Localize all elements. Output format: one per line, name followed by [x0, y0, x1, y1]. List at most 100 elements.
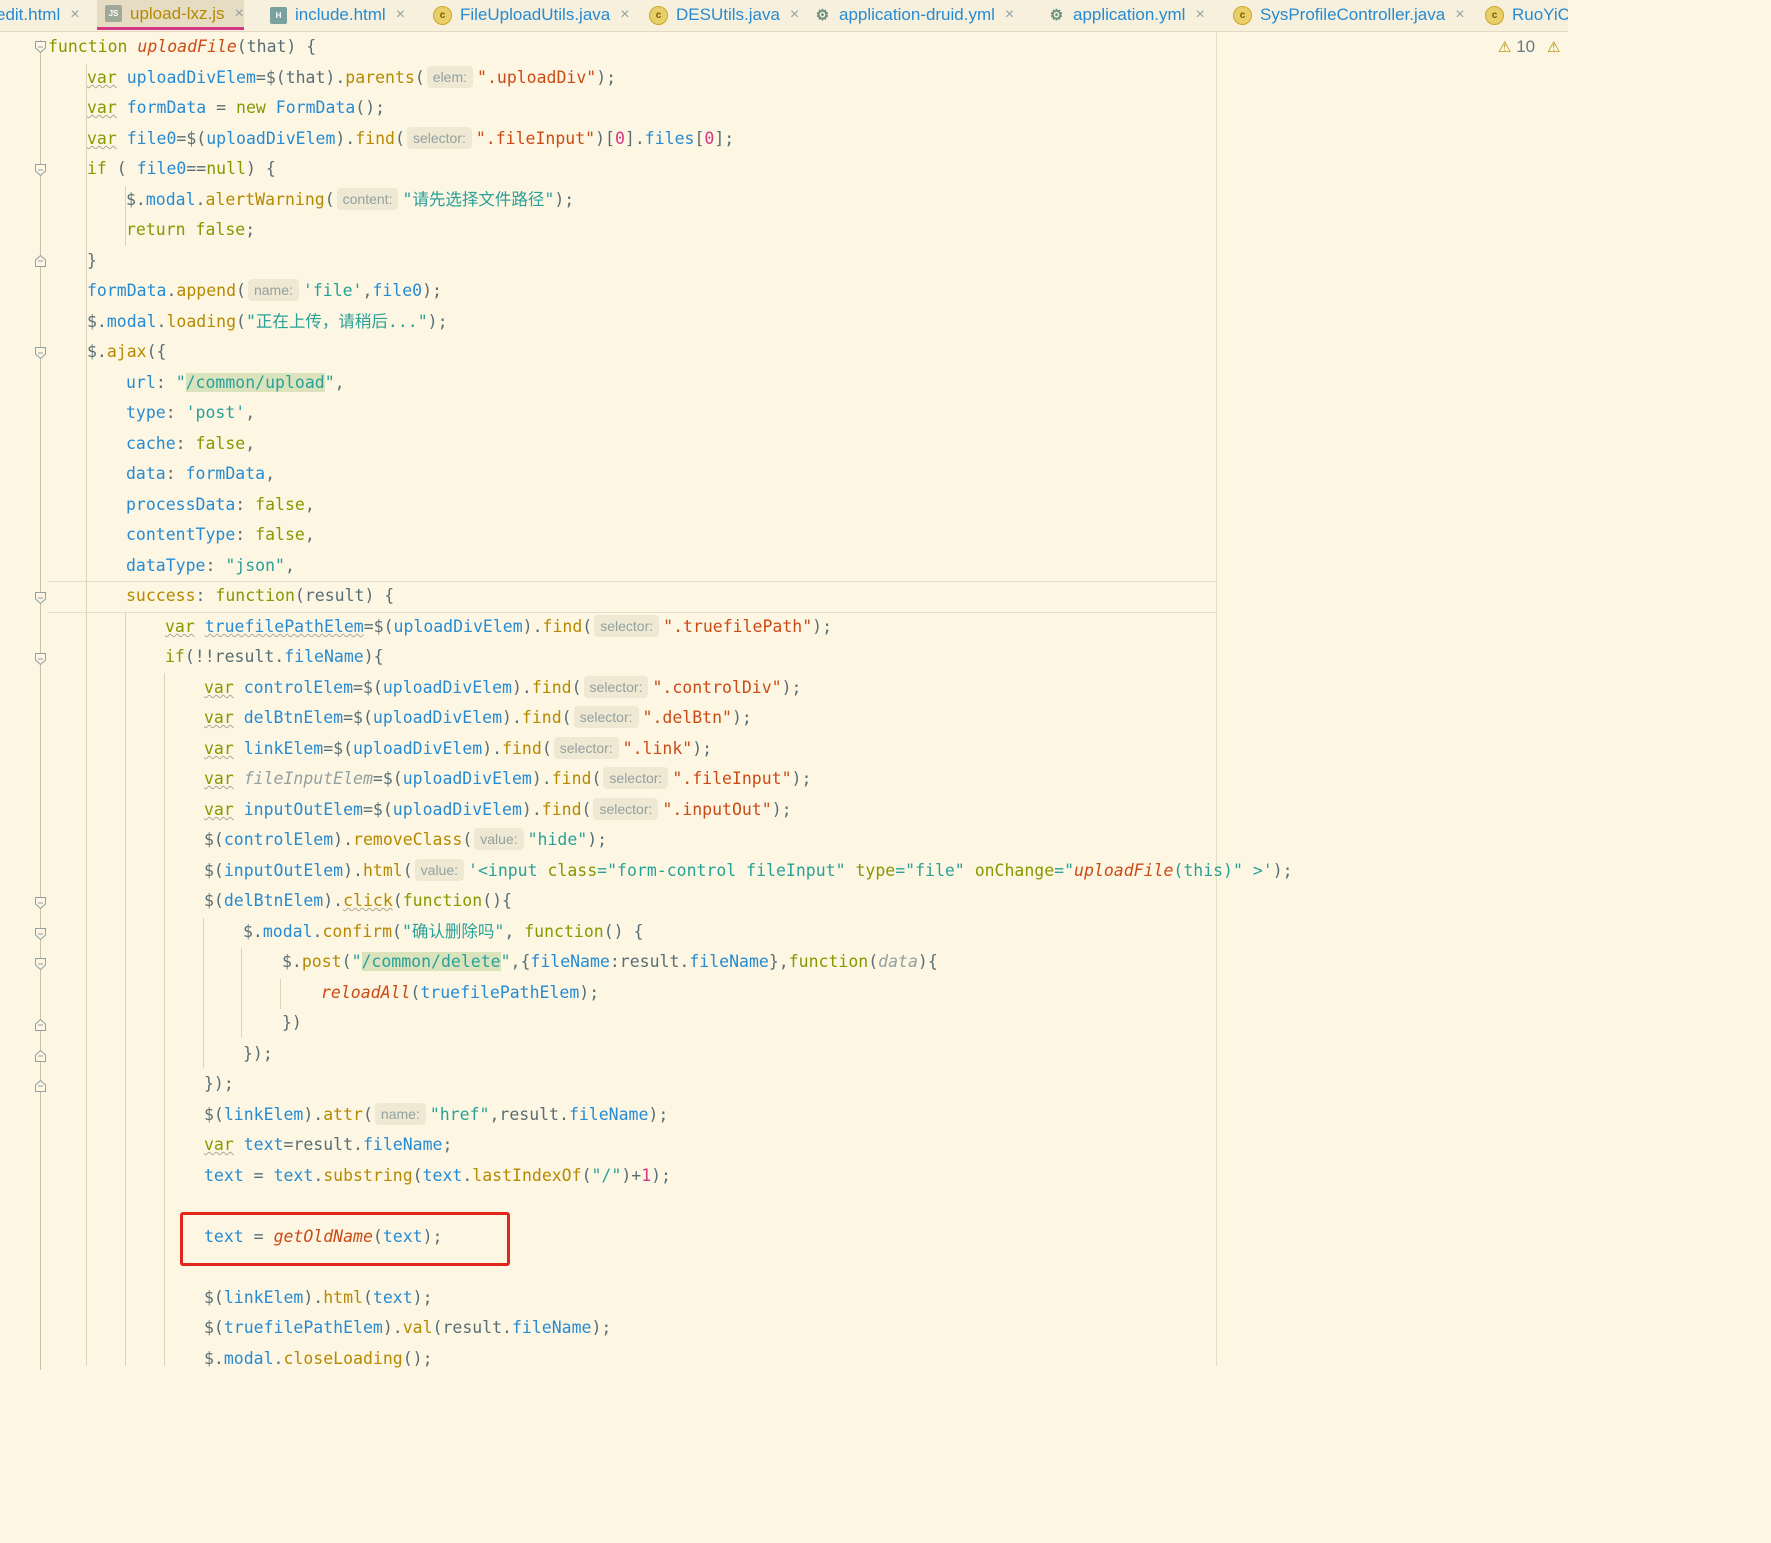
code-line: var uploadDivElem=$(that).parents(elem: "…: [87, 66, 617, 88]
tab-upload-lxz-js[interactable]: JS upload-lxz.js ×: [97, 0, 244, 30]
fold-marker-icon[interactable]: [35, 653, 46, 665]
close-icon[interactable]: ×: [790, 6, 799, 24]
fold-marker-icon[interactable]: [35, 347, 46, 359]
close-icon[interactable]: ×: [1005, 6, 1014, 24]
code-line: if ( file0==null) {: [87, 159, 276, 178]
fold-marker-icon[interactable]: [35, 255, 46, 267]
tab-include-html[interactable]: Hinclude.html ×: [262, 0, 405, 30]
code-line: var file0=$(uploadDivElem).find(selector…: [87, 127, 735, 149]
tab-label: RuoYiCo: [1512, 5, 1568, 24]
code-line-current: success: function(result) {: [126, 586, 395, 605]
code-line: data: formData,: [126, 464, 276, 483]
code-line: var formData = new FormData();: [87, 98, 386, 117]
html-file-icon: H: [270, 6, 287, 24]
code-line: dataType: "json",: [126, 556, 295, 575]
tab-label: edit.html: [0, 5, 61, 24]
js-file-icon: JS: [105, 5, 122, 22]
tab-label: upload-lxz.js: [130, 3, 225, 23]
tab-label: FileUploadUtils.java: [460, 5, 611, 24]
code-line: $.post("/common/delete",{fileName:result…: [282, 952, 938, 971]
tab-label: application-druid.yml: [839, 5, 995, 24]
fold-marker-icon[interactable]: [35, 1050, 46, 1062]
yml-file-icon: ⚙: [1049, 6, 1064, 24]
code-line: reloadAll(truefilePathElem);: [321, 983, 600, 1002]
warning-icon-2[interactable]: ⚠: [1547, 37, 1560, 57]
java-file-icon: c: [1233, 5, 1252, 25]
code-line: var text=result.fileName;: [204, 1135, 453, 1154]
code-line: $(delBtnElem).click(function(){: [204, 891, 512, 910]
tab-label: DESUtils.java: [676, 5, 780, 24]
code-line: });: [204, 1074, 234, 1093]
tab-application-yml[interactable]: ⚙ application.yml ×: [1040, 0, 1205, 30]
tab-fileuploadutils-java[interactable]: c FileUploadUtils.java ×: [425, 0, 630, 30]
tab-label: application.yml: [1073, 5, 1186, 24]
code-line: type: 'post',: [126, 403, 256, 422]
code-line: $.modal.confirm("确认删除吗", function() {: [243, 922, 644, 941]
code-line: function uploadFile(that) {: [48, 37, 317, 56]
code-line: $(controlElem).removeClass(value: "hide")…: [204, 828, 608, 850]
code-line: });: [243, 1044, 273, 1063]
yml-file-icon: ⚙: [815, 6, 830, 24]
fold-marker-icon[interactable]: [35, 592, 46, 604]
code-line: var truefilePathElem=$(uploadDivElem).fi…: [165, 615, 833, 637]
code-line: $(linkElem).html(text);: [204, 1288, 433, 1307]
fold-marker-icon[interactable]: [35, 958, 46, 970]
warning-icon: ⚠: [1498, 39, 1512, 56]
code-line: url: "/common/upload",: [126, 373, 345, 392]
inspection-warnings[interactable]: ⚠ 10: [1498, 37, 1535, 57]
fold-marker-icon[interactable]: [35, 928, 46, 940]
code-line: var linkElem=$(uploadDivElem).find(selec…: [204, 737, 713, 759]
indent-guide: [125, 612, 126, 1366]
close-icon[interactable]: ×: [396, 6, 405, 24]
tab-desutils-java[interactable]: c DESUtils.java ×: [641, 0, 799, 30]
code-line: $.modal.closeLoading();: [204, 1349, 433, 1368]
code-line: cache: false,: [126, 434, 256, 453]
code-line: formData.append(name:'file',file0);: [87, 279, 442, 301]
fold-marker-icon[interactable]: [35, 41, 46, 53]
code-line: $(truefilePathElem).val(result.fileName)…: [204, 1318, 612, 1337]
code-line: return false;: [126, 220, 256, 239]
code-line: if(!!result.fileName){: [165, 647, 384, 666]
fold-marker-icon[interactable]: [35, 1080, 46, 1092]
java-file-icon: c: [649, 5, 668, 25]
annotation-red-box: [180, 1212, 510, 1266]
warning-count: 10: [1516, 37, 1536, 56]
gutter-line: [40, 40, 41, 1370]
tab-label: include.html: [295, 5, 386, 24]
indent-guide: [241, 948, 242, 1038]
tab-edit-html[interactable]: edit.html ×: [0, 0, 80, 30]
tab-label: SysProfileController.java: [1260, 5, 1446, 24]
code-line: $.modal.loading("正在上传，请稍后...");: [87, 312, 448, 331]
tab-application-druid-yml[interactable]: ⚙ application-druid.yml ×: [806, 0, 1014, 30]
close-icon[interactable]: ×: [1195, 6, 1204, 24]
editor-tab-bar: edit.html × JS upload-lxz.js × Hinclude.html ×…: [0, 0, 1568, 32]
fold-marker-icon[interactable]: [35, 164, 46, 176]
code-line: }): [282, 1013, 302, 1032]
right-margin-guide: [1216, 32, 1217, 1366]
code-line: $(linkElem).attr(name: "href",result.file…: [204, 1103, 669, 1125]
tab-ruoyico[interactable]: c RuoYiCo: [1477, 0, 1568, 30]
close-icon[interactable]: ×: [70, 6, 79, 24]
close-icon[interactable]: ×: [620, 6, 629, 24]
code-line: $(inputOutElem).html(value: '<input class…: [204, 859, 1293, 881]
code-line: text = text.substring(text.lastIndexOf("…: [204, 1166, 671, 1185]
code-line: contentType: false,: [126, 525, 315, 544]
code-line: $.modal.alertWarning(content: "请先选择文件路径")…: [126, 188, 575, 210]
fold-marker-icon[interactable]: [35, 1019, 46, 1031]
code-line: }: [87, 251, 97, 270]
indent-guide: [280, 979, 281, 1009]
code-line: $.ajax({: [87, 342, 167, 361]
fold-marker-icon[interactable]: [35, 897, 46, 909]
tab-sysprofilecontroller-java[interactable]: c SysProfileController.java ×: [1225, 0, 1465, 30]
java-file-icon: c: [433, 5, 452, 25]
code-line: var controlElem=$(uploadDivElem).find(se…: [204, 676, 802, 698]
code-line: var fileInputElem=$(uploadDivElem).find(…: [204, 767, 812, 789]
java-file-icon: c: [1485, 5, 1504, 25]
close-icon[interactable]: ×: [1455, 6, 1464, 24]
indent-guide: [203, 918, 204, 1068]
code-line: var inputOutElem=$(uploadDivElem).find(s…: [204, 798, 792, 820]
close-icon[interactable]: ×: [235, 5, 244, 23]
indent-guide: [164, 673, 165, 1366]
code-line: var delBtnElem=$(uploadDivElem).find(sel…: [204, 706, 752, 728]
code-line: processData: false,: [126, 495, 315, 514]
